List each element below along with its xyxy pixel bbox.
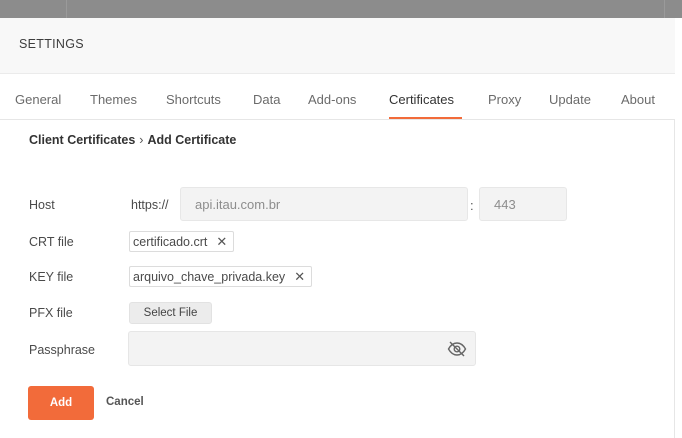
breadcrumb-separator: › [139, 133, 144, 147]
add-button[interactable]: Add [28, 386, 94, 420]
top-bar-divider [664, 0, 665, 18]
top-bar-divider [66, 0, 67, 18]
crt-file-name: certificado.crt [133, 234, 208, 249]
remove-key-file-icon[interactable]: ✕ [294, 269, 305, 285]
pfx-file-label: PFX file [29, 306, 73, 320]
host-label: Host [29, 198, 55, 212]
breadcrumb-parent[interactable]: Client Certificates [29, 133, 135, 147]
tab-data[interactable]: Data [253, 92, 280, 107]
breadcrumb-current: Add Certificate [147, 133, 237, 147]
add-button-label: Add [49, 397, 73, 409]
cancel-button[interactable]: Cancel [106, 396, 144, 408]
settings-panel: SETTINGS General Themes Shortcuts Data A… [0, 18, 675, 438]
tab-update[interactable]: Update [549, 92, 591, 107]
key-file-chip: arquivo_chave_privada.key ✕ [129, 266, 313, 287]
passphrase-input[interactable] [128, 331, 476, 366]
port-placeholder: 443 [494, 196, 516, 212]
tab-certificates[interactable]: Certificates [389, 92, 454, 107]
settings-header: SETTINGS [0, 18, 675, 74]
passphrase-label: Passphrase [29, 343, 96, 357]
select-pfx-file-button[interactable]: Select File [129, 302, 212, 324]
key-file-name: arquivo_chave_privada.key [133, 269, 286, 284]
crt-file-chip: certificado.crt ✕ [129, 231, 235, 252]
active-tab-indicator [389, 117, 462, 119]
tab-about[interactable]: About [621, 92, 655, 107]
crt-file-label: CRT file [29, 235, 74, 249]
host-input[interactable]: api.itau.com.br [180, 187, 468, 221]
remove-crt-file-icon[interactable]: ✕ [216, 234, 227, 250]
tab-proxy[interactable]: Proxy [488, 92, 521, 107]
tab-general[interactable]: General [15, 92, 61, 107]
eye-off-icon[interactable] [447, 340, 467, 358]
tab-shortcuts[interactable]: Shortcuts [166, 92, 221, 107]
host-protocol-prefix: https:// [131, 198, 169, 212]
window-top-bar [0, 0, 682, 18]
settings-tabs: General Themes Shortcuts Data Add-ons Ce… [0, 74, 675, 120]
breadcrumb: Client Certificates › Add Certificate [29, 133, 236, 147]
tab-themes[interactable]: Themes [90, 92, 137, 107]
host-value: api.itau.com.br [195, 196, 281, 212]
tab-add-ons[interactable]: Add-ons [308, 92, 356, 107]
port-input[interactable]: 443 [479, 187, 567, 221]
host-port-separator: : [470, 198, 474, 213]
select-file-label: Select File [143, 307, 198, 319]
settings-title: SETTINGS [19, 37, 84, 51]
key-file-label: KEY file [29, 270, 74, 284]
